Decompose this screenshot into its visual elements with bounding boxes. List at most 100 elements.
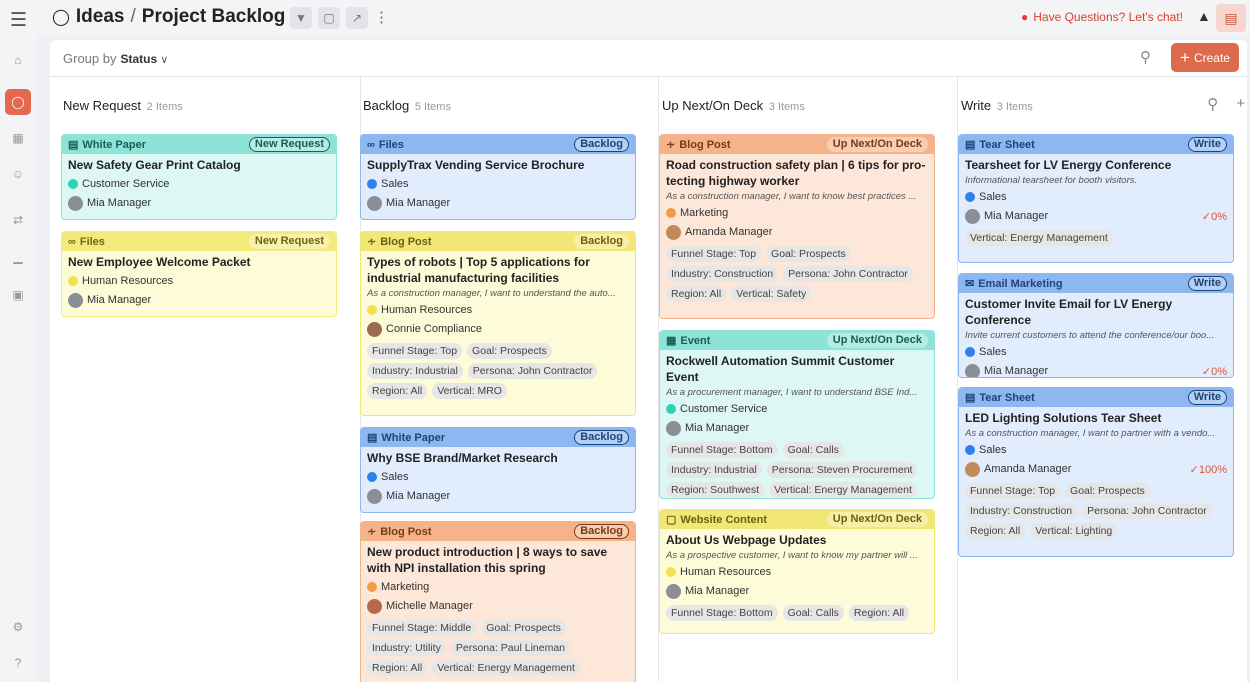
card[interactable]: ▤ White Paper Backlog Why BSE Brand/Market…: [360, 427, 636, 513]
status-badge[interactable]: Write: [1187, 137, 1227, 152]
column-header: Write 3 Items: [961, 98, 1033, 113]
present-icon[interactable]: ▢: [318, 7, 340, 29]
filter-bar: Group by Status ∨ ⚲ + Create: [50, 40, 1247, 77]
tag-list: Funnel Stage: Top Goal: Prospects Indust…: [965, 483, 1227, 539]
avatar: [965, 208, 980, 224]
department-dot: [68, 275, 78, 286]
tag: Industry: Industrial: [666, 462, 762, 478]
email-icon: ✉: [965, 278, 975, 290]
status-badge[interactable]: Write: [1187, 390, 1227, 405]
group-by-label: Group by: [63, 51, 117, 66]
column-backlog: Backlog 5 Items ∞ Files Backlog SupplyTrax…: [360, 77, 659, 682]
shuffle-icon[interactable]: ⇄: [5, 207, 31, 233]
tag: Industry: Construction: [965, 503, 1078, 519]
book-icon[interactable]: ▤: [1216, 4, 1246, 32]
progress-check-icon: ✓0%: [1201, 365, 1227, 378]
tag: Vertical: Lighting: [1030, 523, 1118, 539]
tag: Persona: Paul Lineman: [450, 640, 571, 656]
card[interactable]: ▤ Tear Sheet Write LED Lighting Solutions …: [958, 387, 1234, 557]
more-icon[interactable]: ⋮: [374, 7, 389, 29]
column-header: Backlog 5 Items: [363, 98, 451, 113]
chat-link[interactable]: ● Have Questions? Let's chat!: [1021, 10, 1183, 24]
lightbulb-icon: ◯: [52, 9, 70, 26]
briefcase-icon[interactable]: ▣: [5, 282, 31, 308]
tag: Funnel Stage: Bottom: [666, 442, 778, 458]
status-badge[interactable]: Write: [1187, 276, 1227, 291]
status-badge[interactable]: Backlog: [574, 524, 629, 539]
department-dot: [68, 178, 78, 189]
department-dot: [965, 444, 975, 455]
paperclip-icon: ∞: [68, 235, 76, 248]
card[interactable]: ∞ Files New Request New Employee Welcome P…: [61, 231, 337, 317]
calendar-icon[interactable]: ▦: [5, 125, 31, 151]
avatar: [965, 461, 980, 477]
status-badge[interactable]: Backlog: [574, 234, 629, 249]
add-icon[interactable]: +: [1236, 95, 1245, 113]
card-title: New product introduction | 8 ways to sav…: [367, 545, 608, 575]
avatar: [367, 321, 382, 337]
card[interactable]: ▤ White Paper New Request New Safety Gear …: [61, 134, 337, 220]
card[interactable]: ▢ Website Content Up Next/On Deck About Us…: [659, 509, 935, 634]
search-icon[interactable]: ⚲: [1140, 48, 1151, 66]
white-paper-icon: ▤: [68, 139, 79, 151]
people-icon[interactable]: ☺: [5, 161, 31, 187]
group-by-control[interactable]: Group by Status ∨: [63, 51, 168, 66]
department-dot: [367, 581, 377, 592]
card[interactable]: ▦ Event Up Next/On Deck Rockwell Automatio…: [659, 330, 935, 499]
home-icon[interactable]: ⌂: [5, 47, 31, 73]
tag: Vertical: Energy Management: [965, 230, 1113, 246]
tag-list: Funnel Stage: Top Goal: Prospects Indust…: [367, 343, 629, 399]
tear-sheet-icon: ▤: [965, 392, 976, 404]
analytics-icon[interactable]: ▁: [5, 244, 31, 270]
progress-check-icon: ✓100%: [1189, 463, 1227, 476]
status-badge[interactable]: New Request: [248, 137, 330, 152]
card-description: As a construction manager, I want to kno…: [666, 191, 917, 202]
rss-icon: ∻: [367, 526, 377, 538]
status-badge[interactable]: Up Next/On Deck: [826, 512, 928, 527]
tag: Persona: John Contractor: [467, 363, 598, 379]
help-icon[interactable]: ?: [5, 650, 31, 676]
breadcrumb-section[interactable]: Ideas: [76, 6, 125, 28]
card[interactable]: ✉ Email Marketing Write Customer Invite Em…: [958, 273, 1234, 378]
tag: Vertical: Energy Management: [432, 660, 580, 676]
tag: Goal: Prospects: [467, 343, 552, 359]
bell-icon[interactable]: ▲: [1197, 8, 1211, 24]
tag: Goal: Calls: [782, 442, 844, 458]
status-badge[interactable]: New Request: [248, 234, 330, 249]
avatar: [68, 292, 83, 308]
department-dot: [367, 471, 377, 482]
column-up-next: Up Next/On Deck 3 Items ∻ Blog Post Up Nex…: [659, 77, 958, 682]
status-badge[interactable]: Backlog: [574, 430, 629, 445]
breadcrumb-board[interactable]: Project Backlog: [142, 6, 286, 28]
card[interactable]: ▤ Tear Sheet Write Tearsheet for LV Energy…: [958, 134, 1234, 263]
department-dot: [965, 346, 975, 357]
department-dot: [666, 207, 676, 218]
menu-icon[interactable]: ☰: [10, 9, 27, 32]
department-dot: [367, 304, 377, 315]
avatar: [68, 195, 83, 211]
search-icon[interactable]: ⚲: [1207, 95, 1218, 113]
card-title: Road construction safety plan | 6 tips f…: [666, 158, 926, 188]
monitor-icon: ▢: [666, 514, 677, 526]
filter-icon[interactable]: ▼: [290, 7, 312, 29]
column-write: Write 3 Items ⚲ + ▤ Tear Sheet Write Tears…: [958, 77, 1247, 682]
tag-list: Funnel Stage: Middle Goal: Prospects Ind…: [367, 620, 629, 676]
card[interactable]: ∞ Files Backlog SupplyTrax Vending Service…: [360, 134, 636, 220]
department-dot: [666, 566, 676, 577]
card-title: Types of robots | Top 5 applications for…: [367, 255, 590, 285]
ideas-icon[interactable]: ◯: [5, 89, 31, 115]
create-button[interactable]: + Create: [1171, 43, 1239, 72]
card[interactable]: ∻ Blog Post Up Next/On Deck Road construct…: [659, 134, 935, 319]
card[interactable]: ∻ Blog Post Backlog New product introducti…: [360, 521, 636, 682]
card-title: Why BSE Brand/Market Research: [367, 451, 558, 465]
status-badge[interactable]: Up Next/On Deck: [826, 137, 928, 152]
avatar: [367, 488, 382, 504]
chat-link-label: Have Questions? Let's chat!: [1033, 10, 1183, 24]
chat-bubble-icon: ●: [1021, 10, 1029, 24]
settings-icon[interactable]: ⚙: [5, 614, 31, 640]
card-title: Rockwell Automation Summit Customer Even…: [666, 354, 895, 384]
status-badge[interactable]: Backlog: [574, 137, 629, 152]
share-icon[interactable]: ↗: [346, 7, 368, 29]
status-badge[interactable]: Up Next/On Deck: [826, 333, 928, 348]
card[interactable]: ∻ Blog Post Backlog Types of robots | Top …: [360, 231, 636, 416]
